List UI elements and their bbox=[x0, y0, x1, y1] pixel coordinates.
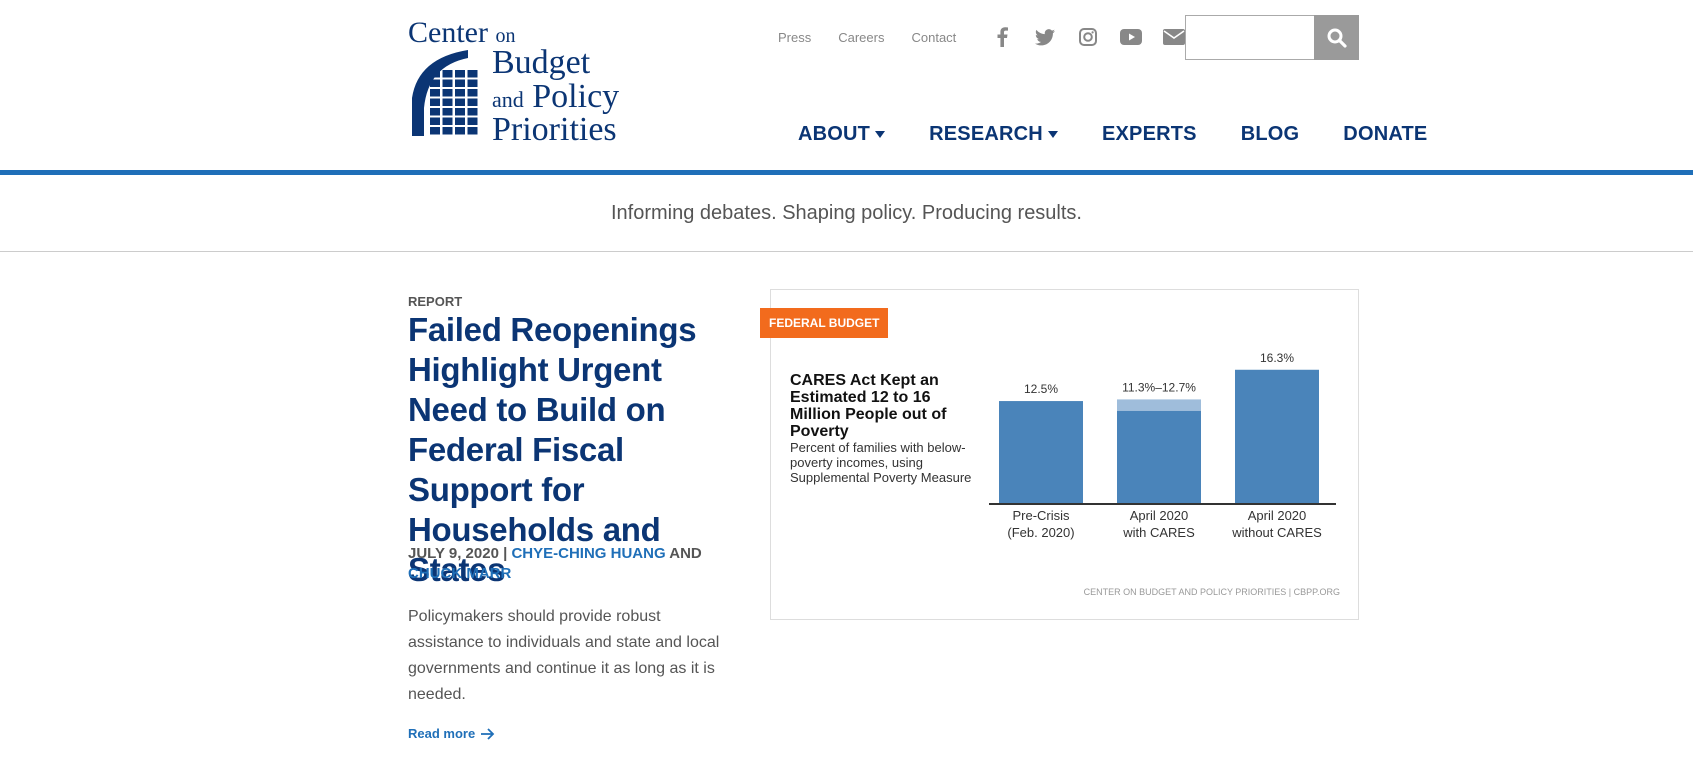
article-type: REPORT bbox=[408, 294, 463, 309]
search-icon bbox=[1327, 28, 1347, 48]
x-tick-label: Pre-Crisis bbox=[1012, 508, 1070, 523]
bar bbox=[1117, 410, 1201, 504]
data-label: 16.3% bbox=[1260, 351, 1294, 365]
bar-range-extension bbox=[1117, 399, 1201, 411]
bar bbox=[999, 401, 1083, 504]
nav-research[interactable]: RESEARCH bbox=[929, 123, 1058, 146]
press-link[interactable]: Press bbox=[778, 30, 811, 45]
youtube-icon[interactable] bbox=[1120, 26, 1143, 48]
search-button[interactable] bbox=[1314, 15, 1359, 60]
logo-grid-mark bbox=[412, 50, 478, 136]
social-links bbox=[991, 26, 1206, 48]
chart-source: CENTER ON BUDGET AND POLICY PRIORITIES |… bbox=[1083, 587, 1340, 597]
meta-separator: | bbox=[503, 545, 508, 562]
contact-link[interactable]: Contact bbox=[911, 30, 956, 45]
logo-line-2: Budget bbox=[492, 44, 591, 81]
x-tick-label: April 2020 bbox=[1248, 508, 1307, 523]
tagline: Informing debates. Shaping policy. Produ… bbox=[0, 175, 1693, 252]
twitter-icon[interactable] bbox=[1034, 26, 1056, 48]
nav-donate[interactable]: DONATE bbox=[1343, 123, 1427, 146]
utility-nav: Press Careers Contact bbox=[778, 26, 1206, 48]
caret-down-icon bbox=[875, 131, 886, 138]
facebook-icon[interactable] bbox=[991, 26, 1013, 48]
featured-article: REPORT Failed Reopenings Highlight Urgen… bbox=[0, 252, 1693, 772]
chart-image[interactable]: CARES Act Kept an Estimated 12 to 16 Mil… bbox=[770, 289, 1359, 620]
x-tick-label: (Feb. 2020) bbox=[1007, 525, 1074, 540]
author-conjunction: AND bbox=[669, 545, 702, 562]
main-nav: ABOUT RESEARCH EXPERTS BLOG DONATE bbox=[798, 123, 1471, 146]
cbpp-logo[interactable]: Center on Budget and Policy Priorities bbox=[408, 16, 633, 148]
bar bbox=[1235, 369, 1319, 504]
read-more-label: Read more bbox=[408, 726, 476, 741]
search-input[interactable] bbox=[1185, 15, 1315, 60]
x-tick-label: with CARES bbox=[1122, 525, 1195, 540]
x-tick-label: without CARES bbox=[1231, 525, 1322, 540]
arrow-right-icon bbox=[481, 727, 495, 740]
caret-down-icon bbox=[1047, 131, 1058, 138]
author-link[interactable]: CHYE-CHING HUANG bbox=[511, 545, 665, 562]
site-header: Center on Budget and Policy Priorities P… bbox=[0, 0, 1693, 175]
bar-chart: 12.5% Pre-Crisis (Feb. 2020) 11.3%–12.7% Apr… bbox=[989, 351, 1336, 540]
search-form bbox=[1185, 15, 1359, 60]
read-more-link[interactable]: Read more bbox=[408, 726, 496, 741]
article-date: JULY 9, 2020 bbox=[408, 545, 499, 562]
category-badge[interactable]: FEDERAL BUDGET bbox=[760, 308, 889, 338]
article-description: Policymakers should provide robust assis… bbox=[408, 608, 720, 703]
instagram-icon[interactable] bbox=[1077, 26, 1099, 48]
careers-link[interactable]: Careers bbox=[838, 30, 884, 45]
x-tick-label: April 2020 bbox=[1130, 508, 1189, 523]
nav-about[interactable]: ABOUT bbox=[798, 123, 886, 146]
logo-line-4: Priorities bbox=[492, 111, 617, 148]
data-label: 11.3%–12.7% bbox=[1122, 380, 1196, 394]
data-label: 12.5% bbox=[1024, 382, 1058, 396]
email-icon[interactable] bbox=[1163, 26, 1186, 48]
author-link[interactable]: CHUCK MARR bbox=[408, 565, 511, 582]
nav-blog[interactable]: BLOG bbox=[1241, 123, 1300, 146]
nav-experts[interactable]: EXPERTS bbox=[1102, 123, 1197, 146]
article-meta: JULY 9, 2020 | CHYE-CHING HUANG AND CHUC… bbox=[408, 544, 738, 584]
